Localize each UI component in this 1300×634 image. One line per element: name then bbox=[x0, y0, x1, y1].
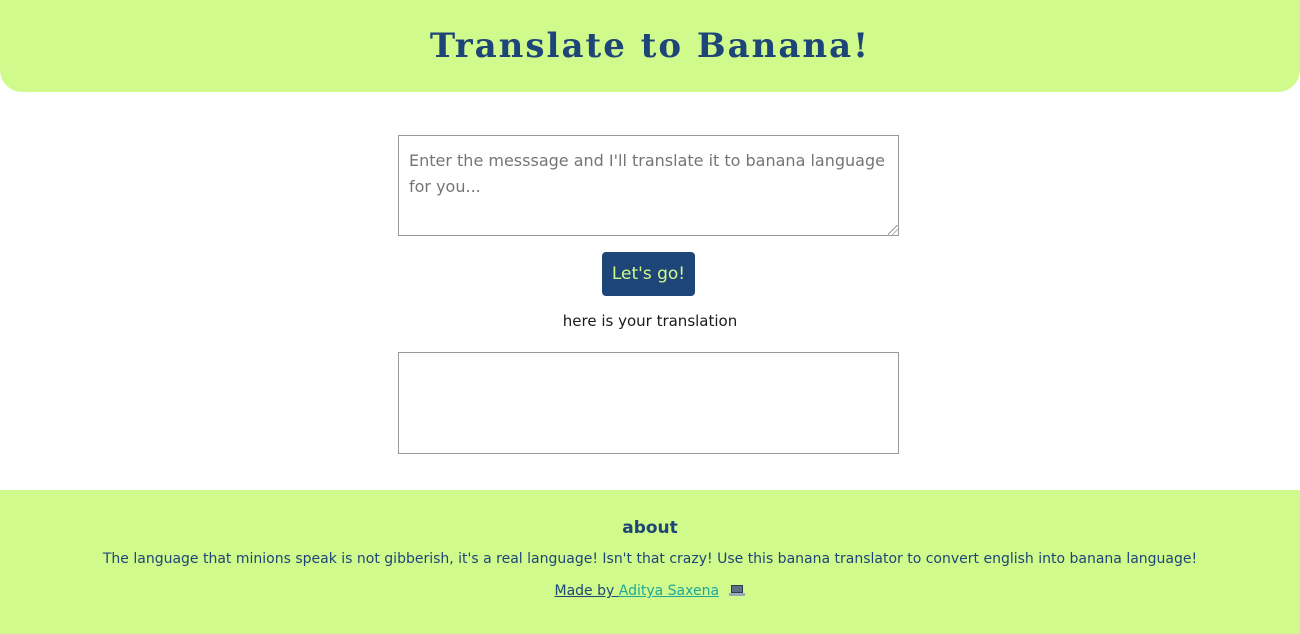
author-link[interactable]: Aditya Saxena bbox=[619, 583, 719, 599]
made-by-line: Made by Aditya Saxena bbox=[0, 583, 1300, 599]
footer: about The language that minions speak is… bbox=[0, 490, 1300, 634]
output-label: here is your translation bbox=[562, 312, 738, 330]
resize-grip-icon[interactable] bbox=[888, 225, 898, 235]
translate-button[interactable]: Let's go! bbox=[602, 252, 695, 296]
about-title: about bbox=[622, 518, 678, 538]
about-text: The language that minions speak is not g… bbox=[102, 551, 1198, 567]
made-by-prefix: Made by bbox=[554, 583, 619, 599]
laptop-icon bbox=[729, 585, 746, 596]
message-input[interactable] bbox=[398, 135, 899, 236]
translation-output bbox=[398, 352, 899, 454]
